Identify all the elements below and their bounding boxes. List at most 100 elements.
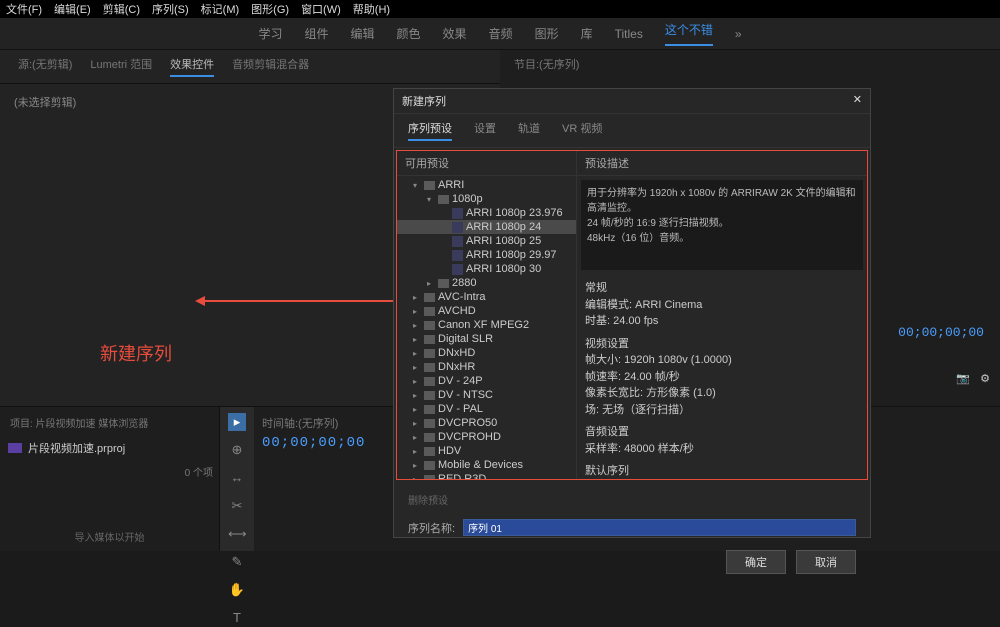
video-heading: 视频设置	[585, 336, 859, 353]
tool-slip[interactable]: ⟷	[228, 525, 246, 543]
folder-icon	[424, 293, 435, 302]
preset-Digital-SLR[interactable]: ▸Digital SLR	[397, 332, 576, 346]
program-tab[interactable]: 节目:(无序列)	[500, 50, 1000, 78]
ws-overflow-icon[interactable]: »	[735, 27, 742, 41]
preset-label: ARRI 1080p 30	[466, 263, 541, 275]
tab-effect-controls[interactable]: 效果控件	[170, 56, 214, 77]
preset-ARRI-1080p-30[interactable]: ARRI 1080p 30	[397, 262, 576, 276]
preset-ARRI-1080p-23-976[interactable]: ARRI 1080p 23.976	[397, 206, 576, 220]
tool-hand[interactable]: ✋	[228, 581, 246, 599]
preset-Canon-XF-MPEG2[interactable]: ▸Canon XF MPEG2	[397, 318, 576, 332]
ws-audio[interactable]: 音频	[489, 25, 513, 42]
menu-clip[interactable]: 剪辑(C)	[103, 1, 140, 17]
cancel-button[interactable]: 取消	[796, 550, 856, 574]
preset-Mobile---Devices[interactable]: ▸Mobile & Devices	[397, 458, 576, 472]
tab-source[interactable]: 源:(无剪辑)	[18, 56, 72, 77]
dialog-tabs: 序列预设 设置 轨道 VR 视频	[394, 114, 870, 148]
annotation-text: 新建序列	[100, 340, 172, 366]
tool-razor[interactable]: ✂	[228, 497, 246, 515]
preset-AVCHD[interactable]: ▸AVCHD	[397, 304, 576, 318]
preset-ARRI-1080p-25[interactable]: ARRI 1080p 25	[397, 234, 576, 248]
ws-lib[interactable]: 库	[581, 25, 593, 42]
tab-lumetri[interactable]: Lumetri 范围	[90, 56, 152, 77]
fields: 场: 无场（逐行扫描）	[585, 402, 859, 419]
menu-graphics[interactable]: 图形(G)	[251, 1, 289, 17]
tool-palette: ▸ ⊕ ↔ ✂ ⟷ ✎ ✋ T	[220, 407, 254, 551]
ok-button[interactable]: 确定	[726, 550, 786, 574]
tool-ripple[interactable]: ↔	[228, 469, 246, 487]
preset-DV---NTSC[interactable]: ▸DV - NTSC	[397, 388, 576, 402]
ws-assembly[interactable]: 组件	[304, 25, 328, 42]
close-icon[interactable]: ✕	[853, 93, 862, 109]
preset-RED-R3D[interactable]: ▸RED R3D	[397, 472, 576, 479]
preset-label: ARRI 1080p 24	[466, 221, 541, 233]
menu-mark[interactable]: 标记(M)	[201, 1, 240, 17]
preset-DNxHD[interactable]: ▸DNxHD	[397, 346, 576, 360]
ws-edit[interactable]: 编辑	[351, 25, 375, 42]
ws-color[interactable]: 颜色	[397, 25, 421, 42]
folder-icon	[424, 363, 435, 372]
folder-icon	[424, 475, 435, 480]
ws-learn[interactable]: 学习	[258, 25, 282, 42]
preset-DV---24P[interactable]: ▸DV - 24P	[397, 374, 576, 388]
ws-graphics[interactable]: 图形	[535, 25, 559, 42]
preset-ARRI-1080p-24[interactable]: ARRI 1080p 24	[397, 220, 576, 234]
dialog-title: 新建序列	[402, 93, 446, 109]
project-tabs[interactable]: 项目: 片段视频加速 媒体浏览器	[6, 413, 213, 432]
folder-icon	[424, 377, 435, 386]
tool-selection[interactable]: ▸	[228, 413, 246, 431]
camera-icon[interactable]: 📷	[956, 372, 970, 385]
tool-track-select[interactable]: ⊕	[228, 441, 246, 459]
sequence-name-input[interactable]	[463, 519, 856, 536]
menu-edit[interactable]: 编辑(E)	[54, 1, 91, 17]
tool-type[interactable]: T	[228, 609, 246, 627]
menu-file[interactable]: 文件(F)	[6, 1, 42, 17]
tab-preset[interactable]: 序列预设	[408, 120, 452, 141]
folder-icon	[424, 181, 435, 190]
preset-label: ARRI 1080p 29.97	[466, 249, 557, 261]
preset-AVC-Intra[interactable]: ▸AVC-Intra	[397, 290, 576, 304]
folder-icon	[424, 391, 435, 400]
tab-vr[interactable]: VR 视频	[562, 120, 602, 141]
delete-preset-button[interactable]: 删除预设	[408, 488, 856, 511]
project-item[interactable]: 片段视频加速.prproj	[6, 436, 213, 460]
drop-hint: 导入媒体以开始	[6, 529, 213, 544]
preset-DVCPROHD[interactable]: ▸DVCPROHD	[397, 430, 576, 444]
preset-label: ARRI 1080p 23.976	[466, 207, 563, 219]
preset-DV---PAL[interactable]: ▸DV - PAL	[397, 402, 576, 416]
preset-1080p[interactable]: ▾1080p	[397, 192, 576, 206]
ws-custom[interactable]: 这个不错	[665, 21, 713, 46]
preset-label: Canon XF MPEG2	[438, 319, 529, 331]
menu-sequence[interactable]: 序列(S)	[152, 1, 189, 17]
menu-window[interactable]: 窗口(W)	[301, 1, 341, 17]
frame-rate: 帧速率: 24.00 帧/秒	[585, 369, 859, 386]
preset-DVCPRO50[interactable]: ▸DVCPRO50	[397, 416, 576, 430]
ws-effects[interactable]: 效果	[443, 25, 467, 42]
preset-2880[interactable]: ▸2880	[397, 276, 576, 290]
audio-heading: 音频设置	[585, 424, 859, 441]
preset-tree[interactable]: ▾ARRI▾1080pARRI 1080p 23.976 ARRI 1080p 2…	[397, 176, 576, 479]
preset-description: 用于分辨率为 1920h x 1080v 的 ARRIRAW 2K 文件的编辑和…	[581, 180, 863, 270]
dialog-body: 可用预设 ▾ARRI▾1080pARRI 1080p 23.976ARRI 10…	[396, 150, 868, 480]
tool-pen[interactable]: ✎	[228, 553, 246, 571]
settings-icon[interactable]: ⚙	[980, 372, 990, 385]
preset-label: RED R3D	[438, 473, 486, 479]
tab-settings[interactable]: 设置	[474, 120, 496, 141]
menu-help[interactable]: 帮助(H)	[353, 1, 390, 17]
preset-label: Mobile & Devices	[438, 459, 523, 471]
preset-ARRI-1080p-29-97[interactable]: ARRI 1080p 29.97	[397, 248, 576, 262]
preset-HDV[interactable]: ▸HDV	[397, 444, 576, 458]
program-icons: 📷 ⚙	[956, 372, 990, 385]
preset-label: AVCHD	[438, 305, 476, 317]
tab-audio-mixer[interactable]: 音频剪辑混合器	[232, 56, 309, 77]
edit-mode: 编辑模式: ARRI Cinema	[585, 297, 859, 314]
preset-label: DV - NTSC	[438, 389, 493, 401]
folder-icon	[424, 419, 435, 428]
button-row: 确定 取消	[394, 542, 870, 582]
folder-icon	[424, 405, 435, 414]
ws-titles[interactable]: Titles	[615, 27, 643, 41]
tab-tracks[interactable]: 轨道	[518, 120, 540, 141]
preset-ARRI[interactable]: ▾ARRI	[397, 178, 576, 192]
preset-file-icon	[452, 264, 463, 275]
preset-DNxHR[interactable]: ▸DNxHR	[397, 360, 576, 374]
